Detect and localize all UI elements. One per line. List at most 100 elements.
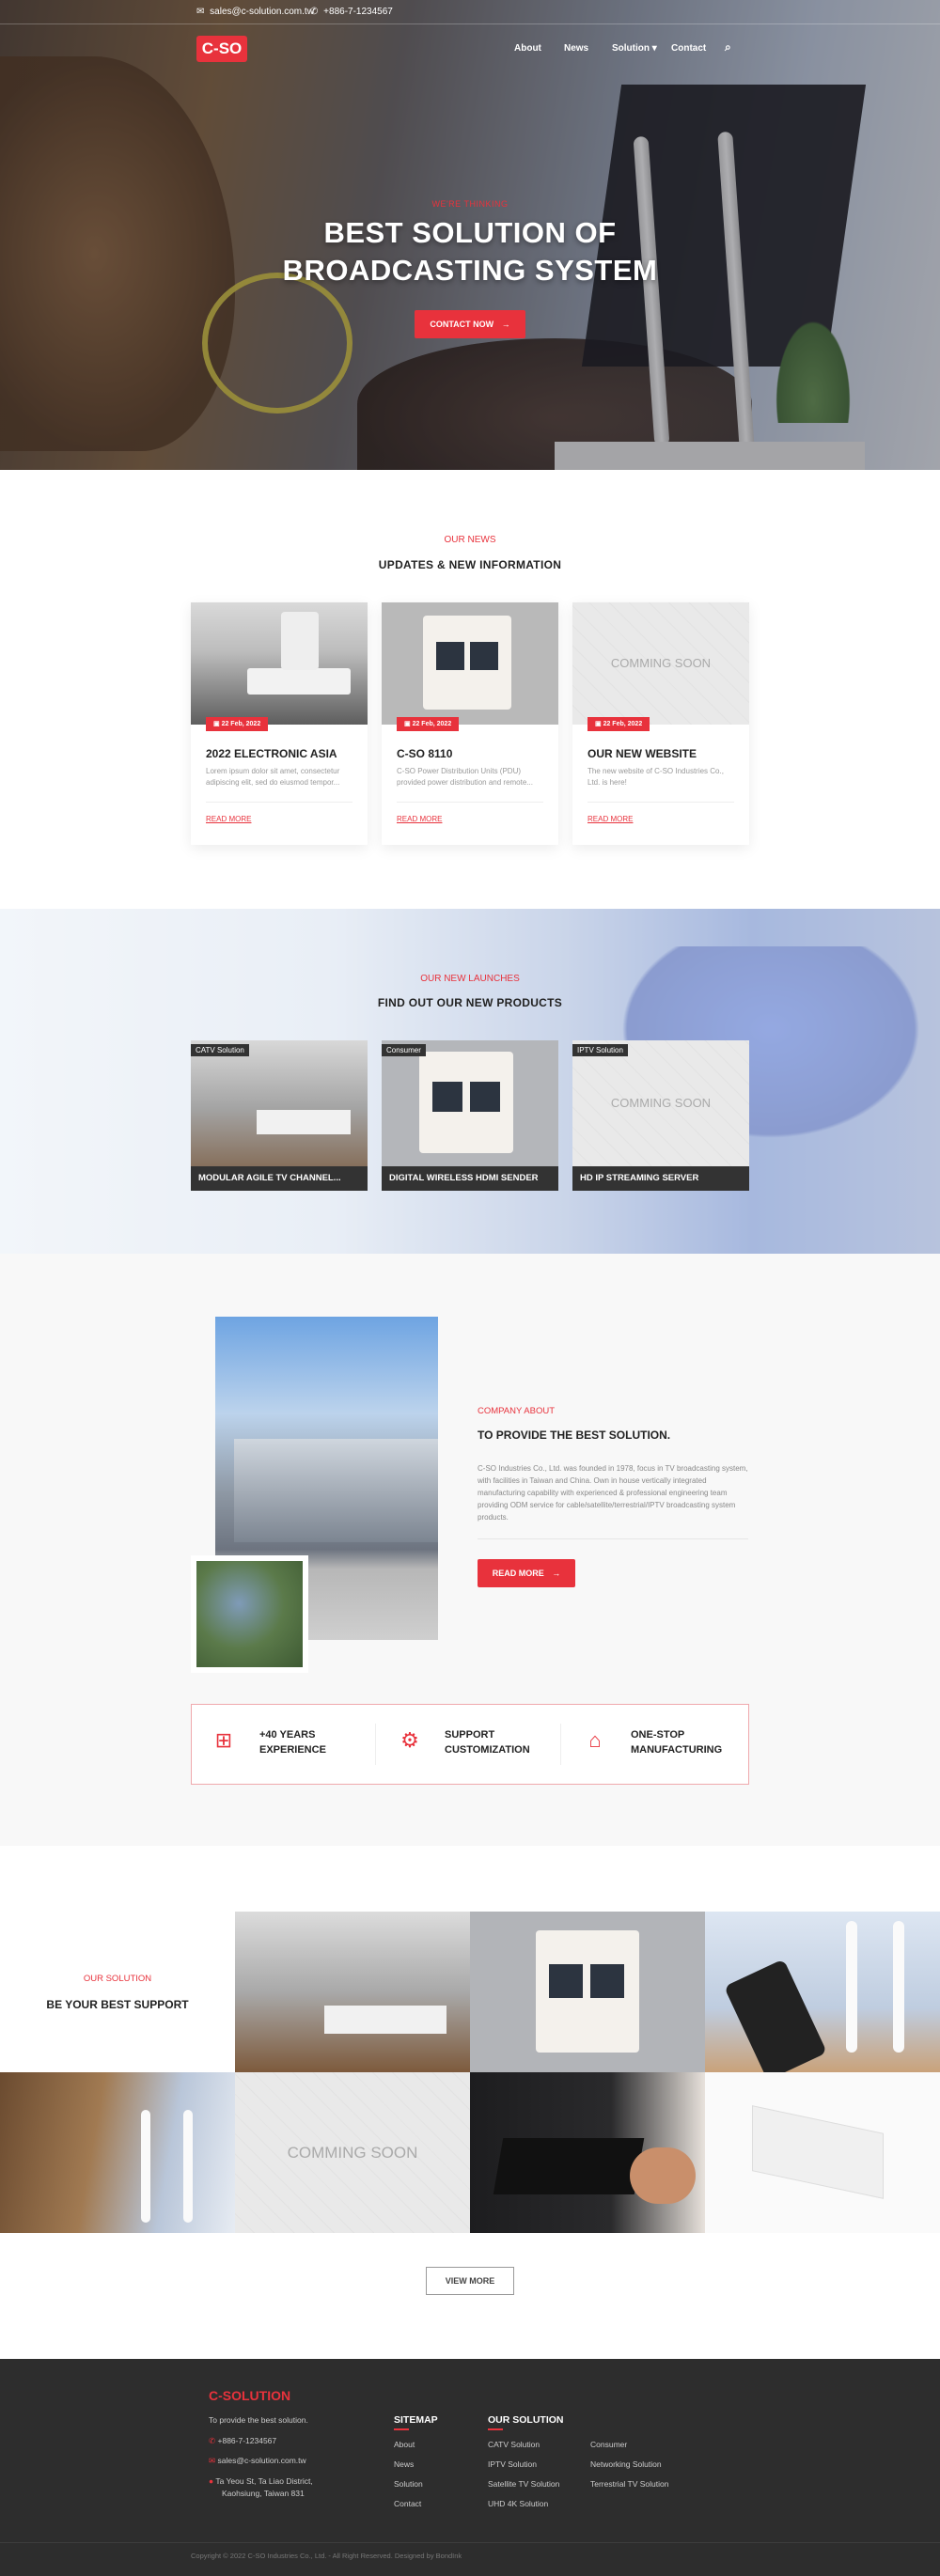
footer-link-satellite[interactable]: Satellite TV Solution xyxy=(488,2479,559,2489)
solution-tile-device[interactable] xyxy=(235,1912,470,2072)
solution-tile-device-white[interactable] xyxy=(705,2072,940,2233)
contact-now-button[interactable]: CONTACT NOW → xyxy=(415,310,525,338)
footer-link-contact[interactable]: Contact xyxy=(394,2499,421,2508)
product-tag: IPTV Solution xyxy=(572,1044,628,1056)
launches-heading: FIND OUT OUR NEW PRODUCTS xyxy=(377,996,563,1009)
hero-title-line1: BEST SOLUTION OF xyxy=(323,216,617,249)
about-read-more-button[interactable]: READ MORE → xyxy=(478,1559,575,1587)
port-shape xyxy=(470,1082,500,1112)
footer-link-terrestrial[interactable]: Terrestrial TV Solution xyxy=(590,2479,668,2489)
aerial-image xyxy=(196,1561,303,1667)
read-more-link[interactable]: READ MORE xyxy=(588,815,633,823)
footer-link-catv[interactable]: CATV Solution xyxy=(488,2440,540,2449)
device-shape xyxy=(257,1110,351,1134)
footer-link-consumer[interactable]: Consumer xyxy=(590,2440,627,2449)
antenna-shape xyxy=(141,2110,150,2223)
feature-line1: SUPPORT xyxy=(445,1729,495,1741)
product-name: DIGITAL WIRELESS HDMI SENDER xyxy=(382,1166,558,1191)
read-more-link[interactable]: READ MORE xyxy=(397,815,442,823)
about-read-more-label: READ MORE xyxy=(492,1569,544,1578)
footer-link-iptv[interactable]: IPTV Solution xyxy=(488,2459,537,2469)
news-title[interactable]: OUR NEW WEBSITE xyxy=(588,747,697,760)
feature-line2: CUSTOMIZATION xyxy=(445,1744,530,1756)
nav-about[interactable]: About xyxy=(514,43,541,54)
sitemap-title: SITEMAP xyxy=(394,2414,438,2426)
experience-icon: ⊞ xyxy=(214,1728,233,1752)
phone-icon: ✆ xyxy=(209,2436,216,2445)
nav-news[interactable]: News xyxy=(564,43,588,54)
footer-link-solution[interactable]: Solution xyxy=(394,2479,423,2489)
top-contact-bar: ✉ sales@c-solution.com.tw ✆ +886-7-12345… xyxy=(0,0,940,24)
news-card[interactable]: ▣ 22 Feb, 2022 C-SO 8110 C-SO Power Dist… xyxy=(382,602,558,845)
topbar-email-text: sales@c-solution.com.tw xyxy=(210,7,314,17)
product-name: MODULAR AGILE TV CHANNEL... xyxy=(191,1166,368,1191)
product-card[interactable]: COMMING SOON IPTV Solution HD IP STREAMI… xyxy=(572,1040,749,1191)
divider xyxy=(206,802,352,803)
news-image-socket xyxy=(382,602,558,725)
about-body: C-SO Industries Co., Ltd. was founded in… xyxy=(478,1464,748,1522)
hero-title-line2: BROADCASTING SYSTEM xyxy=(282,254,658,287)
location-icon: ● xyxy=(209,2476,214,2486)
footer-email[interactable]: ✉ sales@c-solution.com.tw xyxy=(209,2456,306,2466)
device-shape xyxy=(247,668,351,695)
product-card[interactable]: CATV Solution MODULAR AGILE TV CHANNEL..… xyxy=(191,1040,368,1191)
view-more-button[interactable]: VIEW MORE xyxy=(426,2267,514,2295)
mail-icon: ✉ xyxy=(196,7,205,17)
solution-tile-socket[interactable] xyxy=(470,1912,705,2072)
phone-shape xyxy=(724,1959,827,2072)
antenna-shape xyxy=(183,2110,193,2223)
coming-soon-image: COMMING SOON xyxy=(572,602,749,725)
solution-tile-laptop[interactable] xyxy=(0,2072,235,2233)
topbar-phone[interactable]: ✆ +886-7-1234567 xyxy=(310,7,393,17)
solution-kicker: OUR SOLUTION xyxy=(83,1974,152,1984)
footer-link-uhd[interactable]: UHD 4K Solution xyxy=(488,2499,548,2508)
solution-heading: BE YOUR BEST SUPPORT xyxy=(46,1998,189,2011)
nav-solution[interactable]: Solution ▾ xyxy=(612,43,657,54)
nav-solution-label: Solution xyxy=(612,43,650,54)
news-title[interactable]: C-SO 8110 xyxy=(397,747,452,760)
news-title[interactable]: 2022 ELECTRONIC ASIA xyxy=(206,747,337,760)
product-card[interactable]: Consumer DIGITAL WIRELESS HDMI SENDER xyxy=(382,1040,558,1191)
hero-section: ✉ sales@c-solution.com.tw ✆ +886-7-12345… xyxy=(0,0,940,470)
device-shape xyxy=(752,2105,884,2199)
launches-kicker: OUR NEW LAUNCHES xyxy=(420,974,520,984)
launches-section: OUR NEW LAUNCHES FIND OUT OUR NEW PRODUC… xyxy=(0,909,940,1254)
nav-contact[interactable]: Contact xyxy=(671,43,706,54)
footer-phone[interactable]: ✆ +886-7-1234567 xyxy=(209,2436,276,2446)
product-name: HD IP STREAMING SERVER xyxy=(572,1166,749,1191)
calendar-icon: ▣ xyxy=(404,721,411,727)
solution-tile-router[interactable] xyxy=(470,2072,705,2233)
footer-address-line2: Kaohsiung, Taiwan 831 xyxy=(222,2489,305,2498)
divider xyxy=(478,1538,748,1539)
title-underline xyxy=(488,2428,503,2430)
calendar-icon: ▣ xyxy=(595,721,602,727)
solution-tile-coming-soon[interactable]: COMMING SOON xyxy=(235,2072,470,2233)
antenna-shape xyxy=(846,1921,857,2053)
search-icon[interactable]: ⌕ xyxy=(725,40,731,55)
feature-line1: ONE-STOP xyxy=(631,1729,685,1741)
news-card[interactable]: ▣ 22 Feb, 2022 2022 ELECTRONIC ASIA Lore… xyxy=(191,602,368,845)
news-date-badge: ▣ 22 Feb, 2022 xyxy=(588,717,650,731)
feature-line1: +40 YEARS xyxy=(259,1729,316,1741)
device-shape xyxy=(324,2006,446,2034)
manufacturing-icon: ⌂ xyxy=(588,1728,602,1752)
news-card[interactable]: COMMING SOON ▣ 22 Feb, 2022 OUR NEW WEBS… xyxy=(572,602,749,845)
port-shape xyxy=(590,1964,624,1998)
topbar-email[interactable]: ✉ sales@c-solution.com.tw xyxy=(196,7,314,17)
footer-tagline: To provide the best solution. xyxy=(209,2415,308,2425)
about-heading: TO PROVIDE THE BEST SOLUTION. xyxy=(478,1429,671,1442)
footer-link-networking[interactable]: Networking Solution xyxy=(590,2459,662,2469)
device-stand xyxy=(281,612,319,670)
copyright-text: Copyright © 2022 C-SO Industries Co., Lt… xyxy=(191,2552,462,2560)
footer-link-about[interactable]: About xyxy=(394,2440,415,2449)
title-underline xyxy=(394,2428,409,2430)
solution-tile-phone[interactable] xyxy=(705,1912,940,2072)
features-bar: ⊞ +40 YEARS EXPERIENCE ⚙ SUPPORT CUSTOMI… xyxy=(191,1704,749,1785)
read-more-link[interactable]: READ MORE xyxy=(206,815,251,823)
footer-phone-text: +886-7-1234567 xyxy=(217,2436,277,2445)
divider xyxy=(397,802,543,803)
news-date-badge: ▣ 22 Feb, 2022 xyxy=(397,717,460,731)
phone-icon: ✆ xyxy=(310,7,319,17)
site-logo[interactable]: C-SO xyxy=(196,36,247,62)
footer-link-news[interactable]: News xyxy=(394,2459,414,2469)
